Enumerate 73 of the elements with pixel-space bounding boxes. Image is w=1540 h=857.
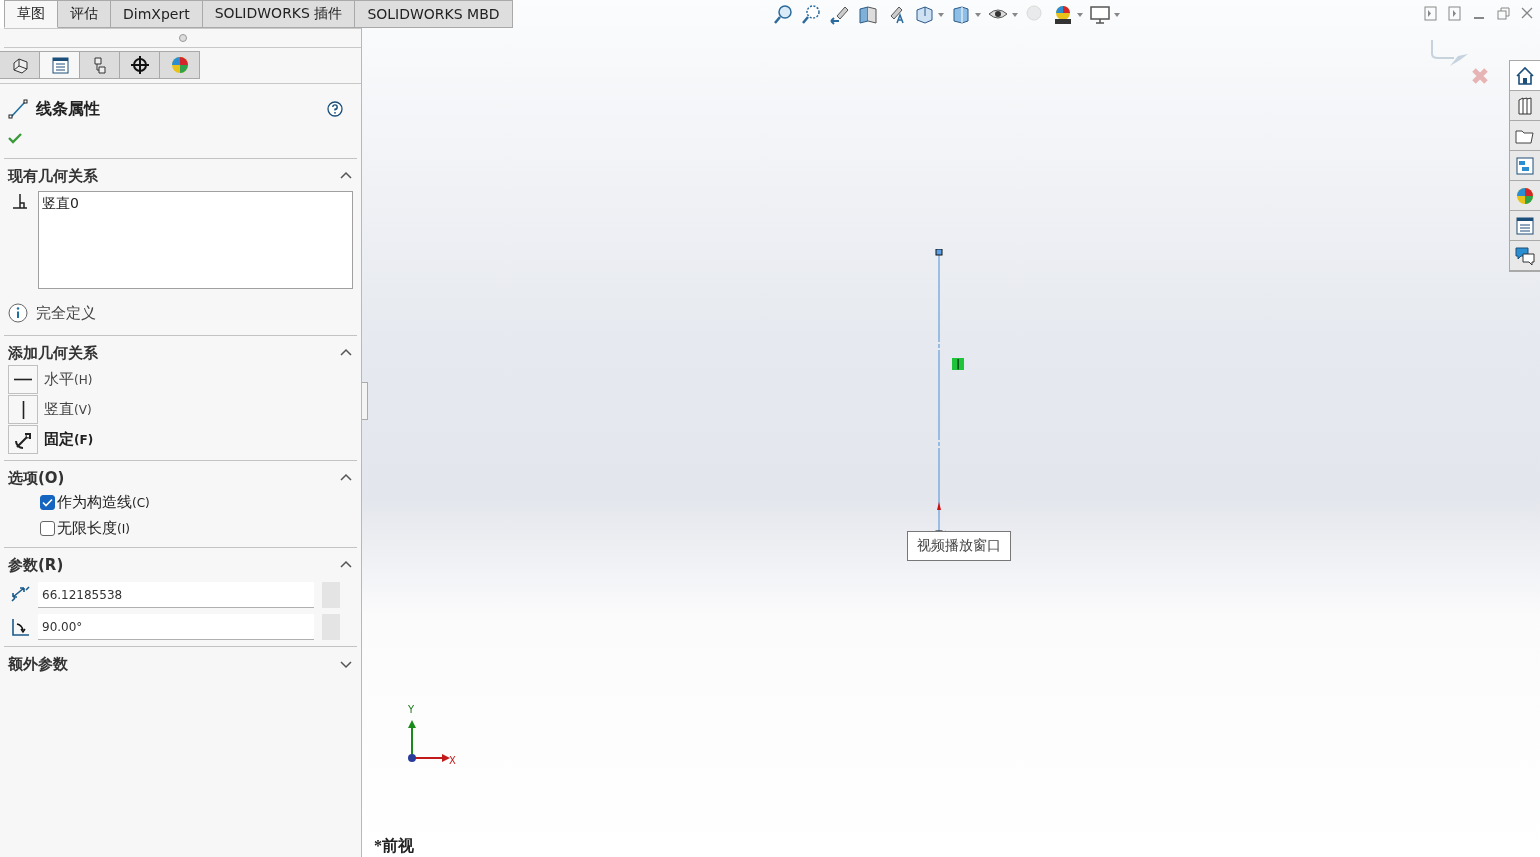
previous-view-icon bbox=[829, 4, 851, 26]
library-pane-tab[interactable] bbox=[1510, 91, 1540, 121]
manager-tab[interactable] bbox=[120, 51, 160, 79]
info-icon bbox=[8, 303, 28, 323]
resize-grip[interactable] bbox=[178, 34, 187, 42]
scene-icon bbox=[1052, 4, 1074, 26]
close-icon[interactable] bbox=[1520, 6, 1534, 21]
section-view-icon bbox=[857, 4, 879, 26]
help-icon[interactable] bbox=[327, 101, 343, 117]
direction-arrow-icon bbox=[937, 502, 941, 510]
caret-icon bbox=[975, 13, 981, 17]
command-tab[interactable]: 评估 bbox=[58, 0, 111, 28]
command-tab[interactable]: DimXpert bbox=[111, 0, 203, 28]
properties-pane-tab[interactable] bbox=[1510, 211, 1540, 241]
forum-icon bbox=[1514, 244, 1536, 267]
horizontal-line-icon bbox=[14, 378, 32, 381]
vertical-line-icon bbox=[21, 400, 25, 419]
view-label: *前视 bbox=[374, 836, 414, 856]
horizontal-relation-label[interactable]: 水平(H) bbox=[44, 370, 93, 389]
section-title: 参数(R) bbox=[8, 555, 64, 575]
tile-right-icon[interactable] bbox=[1448, 6, 1462, 21]
caret-icon bbox=[1114, 13, 1120, 17]
forum-pane-tab[interactable] bbox=[1510, 241, 1540, 271]
vertical-relation-glyph: | bbox=[952, 358, 964, 370]
fix-relation-button[interactable] bbox=[8, 425, 38, 454]
section-title: 选项(O) bbox=[8, 468, 65, 488]
caret-icon bbox=[1012, 13, 1018, 17]
relation-item[interactable]: 竖直0 bbox=[42, 195, 349, 213]
home-icon bbox=[1514, 64, 1536, 87]
home-pane-tab[interactable] bbox=[1510, 61, 1540, 91]
monitor-icon bbox=[1089, 4, 1111, 26]
palette-pane-tab[interactable] bbox=[1510, 151, 1540, 181]
axis-label: Y bbox=[408, 704, 415, 715]
panel-collapse-handle[interactable] bbox=[361, 382, 368, 420]
status-text: 完全定义 bbox=[36, 303, 96, 323]
checkbox[interactable] bbox=[40, 521, 55, 536]
axis-label: X bbox=[449, 755, 456, 766]
zoom-area-icon bbox=[801, 4, 823, 26]
angle-icon bbox=[10, 617, 32, 637]
monitor-tool[interactable] bbox=[1088, 4, 1121, 26]
caret-icon bbox=[938, 13, 944, 17]
zoom-fit-icon bbox=[773, 4, 795, 26]
manager-tab[interactable] bbox=[40, 51, 80, 79]
checkbox[interactable] bbox=[40, 495, 55, 510]
section-title: 添加几何关系 bbox=[8, 343, 98, 363]
appearance-pane-tab[interactable] bbox=[1510, 181, 1540, 211]
fix-relation-label[interactable]: 固定(F) bbox=[44, 430, 94, 449]
caret-icon bbox=[1077, 13, 1083, 17]
command-tab[interactable]: 草图 bbox=[4, 0, 58, 28]
ok-checkmark-icon[interactable] bbox=[8, 132, 22, 144]
panel-title: 线条属性 bbox=[36, 98, 101, 120]
folder-pane-tab[interactable] bbox=[1510, 121, 1540, 151]
display-style-icon bbox=[950, 4, 972, 26]
command-tab[interactable]: SOLIDWORKS MBD bbox=[355, 0, 513, 28]
checkbox-label: 作为构造线(C) bbox=[57, 493, 150, 512]
checkbox-label: 无限长度(I) bbox=[57, 519, 130, 538]
section-title: 额外参数 bbox=[8, 654, 68, 674]
horizontal-relation-button[interactable] bbox=[8, 365, 38, 394]
vertical-relation-button[interactable] bbox=[8, 395, 38, 424]
section-title: 现有几何关系 bbox=[8, 166, 98, 186]
section-view-tool[interactable] bbox=[856, 4, 880, 26]
tile-left-icon[interactable] bbox=[1424, 6, 1438, 21]
length-input-field[interactable]: 66.12185538 bbox=[38, 582, 314, 608]
palette-icon bbox=[1514, 154, 1536, 177]
angle-input-field[interactable]: 90.00° bbox=[38, 614, 314, 640]
view-orientation-icon bbox=[913, 4, 935, 26]
command-tab[interactable]: SOLIDWORKS 插件 bbox=[202, 0, 356, 28]
endpoint-marker bbox=[935, 249, 943, 256]
vertical-relation-label[interactable]: 竖直(V) bbox=[44, 400, 92, 419]
dimxpert-icon bbox=[128, 54, 151, 76]
line-icon bbox=[8, 99, 28, 119]
properties-icon bbox=[1514, 214, 1536, 237]
checkmark-icon bbox=[42, 498, 53, 507]
